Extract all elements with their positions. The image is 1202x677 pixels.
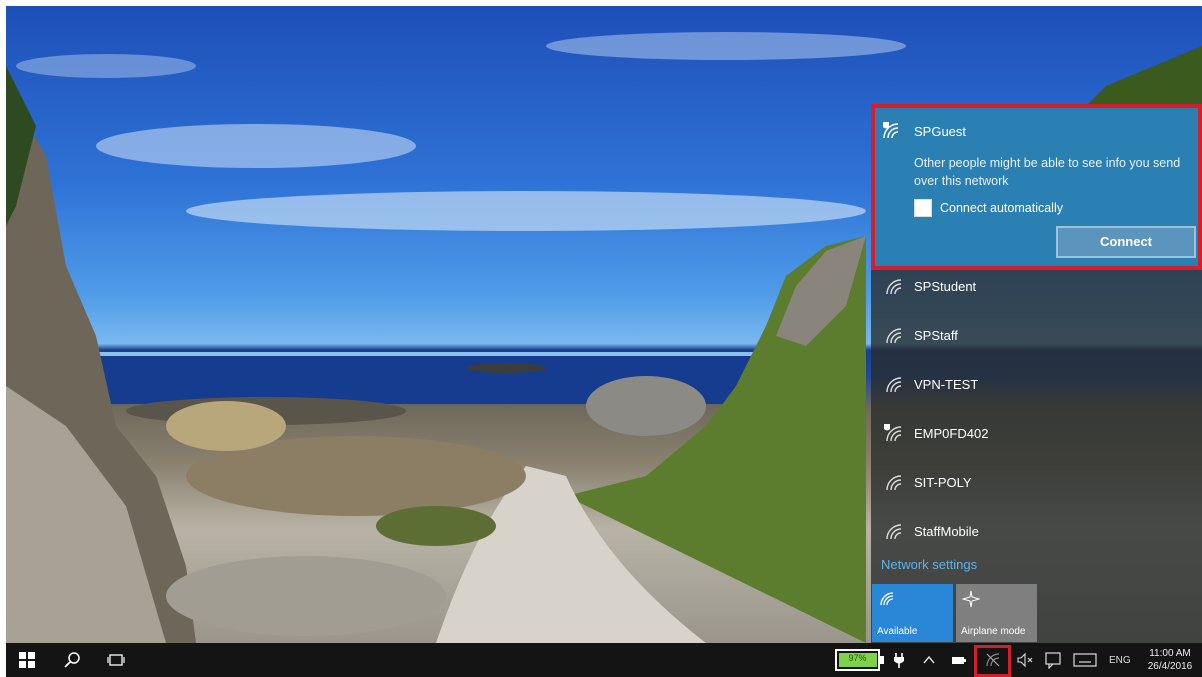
airplane-icon bbox=[962, 590, 980, 608]
power-plug-icon[interactable] bbox=[890, 651, 908, 669]
clock-date: 26/4/2016 bbox=[1147, 661, 1193, 672]
connect-automatically-checkbox[interactable] bbox=[914, 199, 932, 217]
selected-network-name: SPGuest bbox=[914, 124, 967, 139]
taskbar-clock[interactable]: 11:00 AM 26/4/2016 bbox=[1140, 647, 1200, 673]
volume-muted-icon[interactable] bbox=[1016, 651, 1034, 669]
touch-keyboard-icon[interactable] bbox=[1073, 651, 1097, 669]
network-flyout: SPGuest Other people might be able to se… bbox=[871, 104, 1202, 643]
network-item-staffmobile[interactable]: StaffMobile bbox=[871, 507, 1202, 556]
network-tray-icon[interactable] bbox=[984, 651, 1002, 669]
airplane-mode-tile[interactable]: Airplane mode bbox=[956, 584, 1037, 642]
search-icon[interactable] bbox=[64, 651, 82, 669]
network-item-spstaff[interactable]: SPStaff bbox=[871, 311, 1202, 360]
network-name: SPStaff bbox=[914, 328, 958, 343]
task-view-icon[interactable] bbox=[107, 651, 125, 669]
wifi-icon bbox=[886, 523, 902, 539]
battery-small-icon[interactable] bbox=[950, 651, 968, 669]
network-warning-text: Other people might be able to see info y… bbox=[914, 156, 1181, 188]
wifi-icon bbox=[880, 592, 894, 606]
selected-network-panel[interactable]: SPGuest Other people might be able to se… bbox=[871, 104, 1202, 270]
battery-indicator[interactable]: 97% bbox=[835, 649, 884, 671]
wifi-tile-label: Available bbox=[877, 626, 918, 637]
wifi-icon bbox=[886, 474, 902, 490]
network-item-sit-poly[interactable]: SIT-POLY bbox=[871, 458, 1202, 507]
battery-tip bbox=[880, 656, 884, 664]
network-settings-link[interactable]: Network settings bbox=[881, 557, 977, 572]
network-name: SIT-POLY bbox=[914, 475, 972, 490]
clock-time: 11:00 AM bbox=[1149, 648, 1191, 659]
airplane-tile-label: Airplane mode bbox=[961, 626, 1026, 637]
network-item-emp0fd402[interactable]: EMP0FD402 bbox=[871, 409, 1202, 458]
network-name: StaffMobile bbox=[914, 524, 979, 539]
wifi-toggle-tile[interactable]: Available bbox=[872, 584, 953, 642]
input-language[interactable]: ENG bbox=[1109, 655, 1131, 666]
start-windows-icon[interactable] bbox=[18, 651, 36, 669]
network-name: VPN-TEST bbox=[914, 377, 979, 392]
wifi-secured-warning-icon bbox=[884, 423, 902, 441]
connect-automatically-row[interactable]: Connect automatically bbox=[914, 199, 1063, 217]
network-name: SPStudent bbox=[914, 279, 977, 294]
battery-percent: 97% bbox=[848, 653, 867, 663]
wifi-icon bbox=[886, 376, 902, 392]
wifi-icon bbox=[886, 327, 902, 343]
network-name: EMP0FD402 bbox=[914, 426, 989, 441]
connect-button[interactable]: Connect bbox=[1056, 226, 1196, 258]
wifi-secured-warning-icon bbox=[883, 122, 899, 139]
network-item-vpn-test[interactable]: VPN-TEST bbox=[871, 360, 1202, 409]
network-item-spstudent[interactable]: SPStudent bbox=[871, 262, 1202, 311]
action-center-icon[interactable] bbox=[1044, 651, 1062, 669]
taskbar: 97% ENG 11:00 AM 26/4/2016 bbox=[6, 643, 1202, 677]
wifi-icon bbox=[886, 278, 902, 294]
chevron-up-icon[interactable] bbox=[920, 651, 938, 669]
connect-automatically-label[interactable]: Connect automatically bbox=[940, 201, 1063, 215]
